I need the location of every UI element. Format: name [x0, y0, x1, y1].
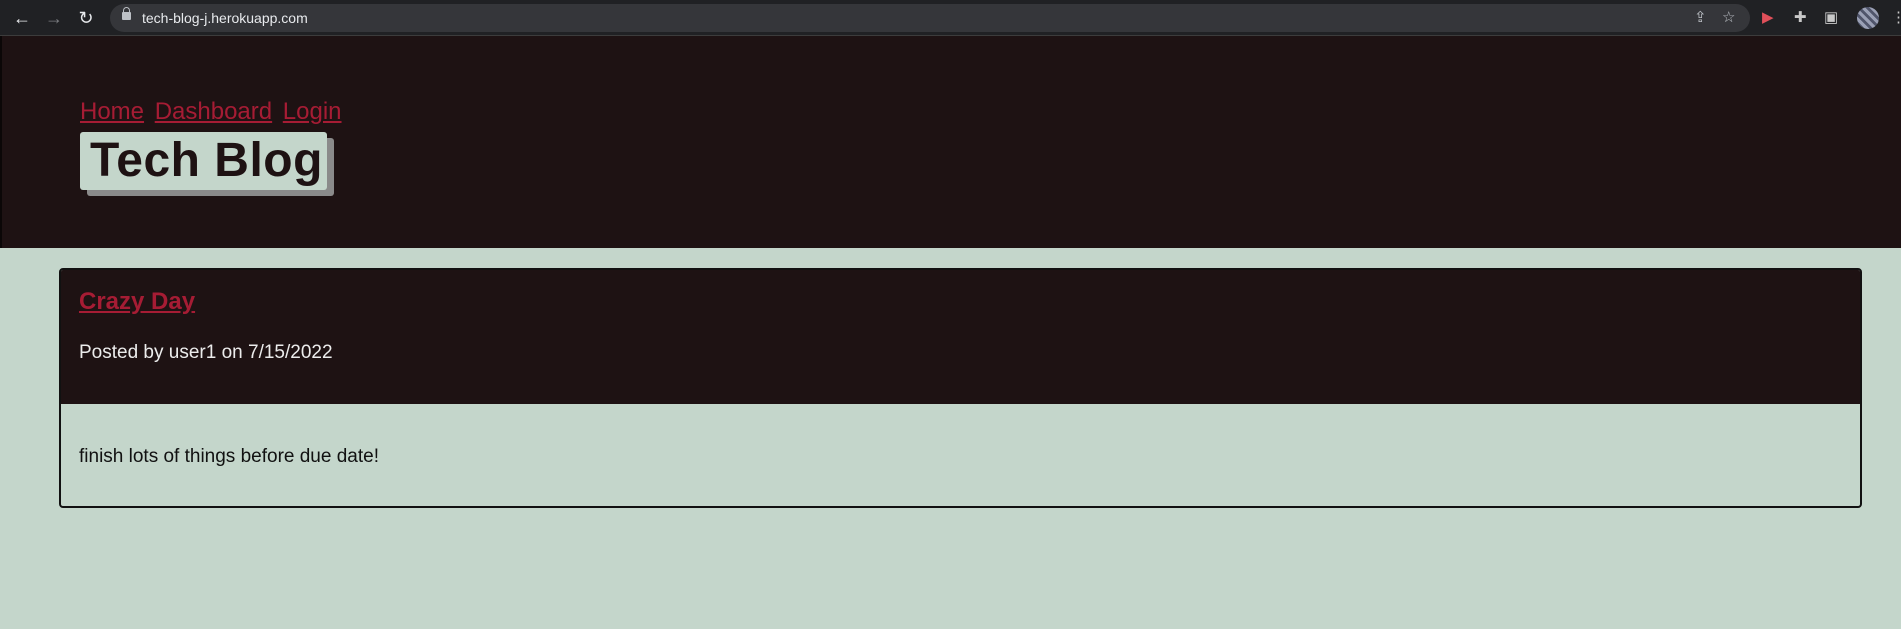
site-header: Home Dashboard Login Tech Blog: [0, 36, 1901, 248]
browser-toolbar: ← → ↻ tech-blog-j.herokuapp.com ⇪ ☆ ▶ ✚ …: [0, 0, 1901, 36]
post-title-link[interactable]: Crazy Day: [79, 288, 195, 316]
extension-icon[interactable]: ▶: [1762, 8, 1774, 28]
address-bar[interactable]: tech-blog-j.herokuapp.com ⇪ ☆: [110, 4, 1750, 32]
nav-dashboard-link[interactable]: Dashboard: [155, 98, 272, 125]
bookmark-star-icon[interactable]: ☆: [1722, 9, 1735, 27]
site-title-box: Tech Blog: [80, 132, 327, 190]
reload-icon[interactable]: ↻: [76, 8, 96, 28]
share-icon[interactable]: ⇪: [1694, 9, 1707, 27]
post-card: Crazy Day Posted by user1 on 7/15/2022 f…: [59, 268, 1862, 508]
nav-login-link[interactable]: Login: [283, 98, 342, 125]
profile-avatar[interactable]: [1857, 7, 1879, 29]
lock-icon[interactable]: [122, 7, 131, 20]
url-text[interactable]: tech-blog-j.herokuapp.com: [142, 10, 308, 26]
forward-icon[interactable]: →: [44, 8, 64, 28]
back-icon[interactable]: ←: [12, 8, 32, 28]
side-panel-icon[interactable]: ▣: [1824, 8, 1838, 28]
puzzle-extensions-icon[interactable]: ✚: [1794, 8, 1807, 28]
main-nav: Home Dashboard Login: [80, 98, 346, 126]
post-body: finish lots of things before due date!: [79, 446, 379, 467]
menu-icon[interactable]: ⋮: [1891, 8, 1901, 28]
site-title: Tech Blog: [90, 134, 323, 187]
post-header: Crazy Day Posted by user1 on 7/15/2022: [61, 270, 1860, 404]
post-meta: Posted by user1 on 7/15/2022: [79, 342, 333, 363]
nav-home-link[interactable]: Home: [80, 98, 144, 125]
